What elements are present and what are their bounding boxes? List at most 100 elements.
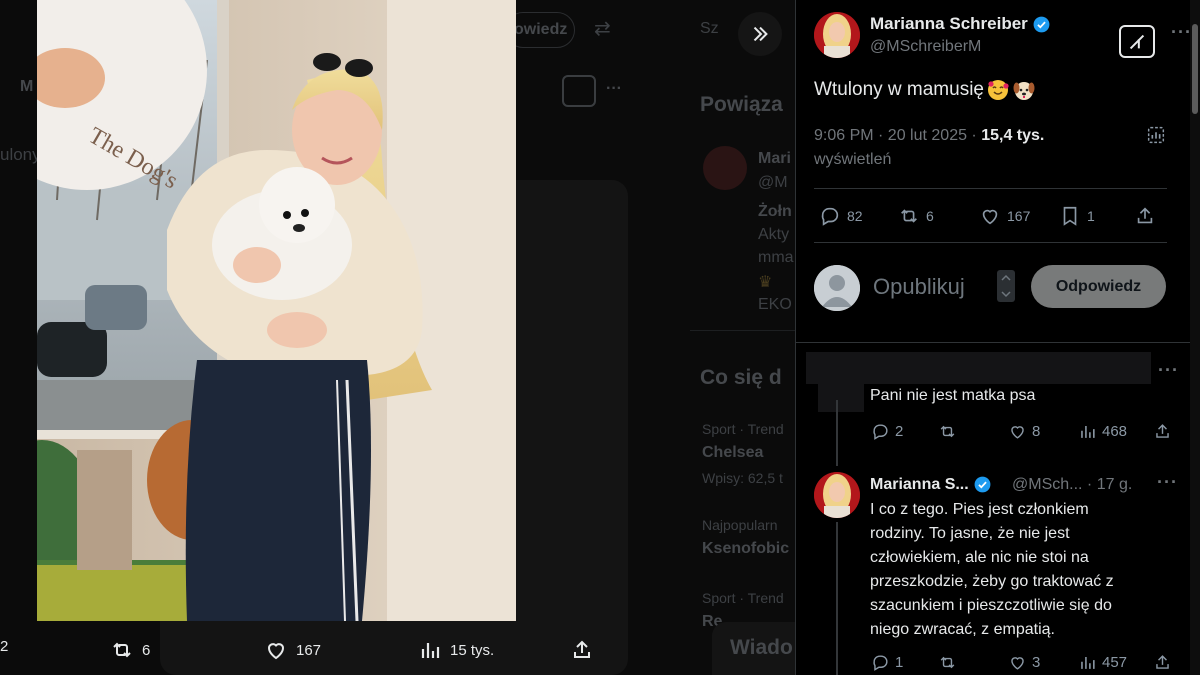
share-button[interactable]: [1134, 205, 1156, 227]
reply-input[interactable]: Opublikuj: [873, 274, 965, 300]
bookmark-icon: [1063, 206, 1077, 226]
reply-views-count: 457: [1102, 654, 1128, 671]
reply-views-button[interactable]: 457: [1078, 653, 1127, 672]
reply-more-icon[interactable]: ···: [1157, 472, 1178, 493]
reply-author-avatar[interactable]: [814, 472, 860, 518]
post-time[interactable]: 9:06 PM · 20 lut 2025: [814, 127, 967, 144]
bg-related-line: EKO: [758, 296, 792, 313]
share-icon: [1137, 207, 1153, 224]
bg-related-author: Mari: [758, 150, 791, 167]
reply-text-line: szacunkiem i pieszczotliwie się do: [870, 597, 1112, 614]
bg-related-line: Żołn: [758, 203, 792, 220]
comment-repost-button[interactable]: [938, 422, 957, 441]
bg-reply-button-label: owiedz: [514, 21, 568, 38]
media-share-button[interactable]: [570, 638, 594, 662]
comment-text: Pani nie jest matka psa: [870, 387, 1036, 404]
reply-like-count: 3: [1032, 654, 1041, 671]
comment-actions: 2 8 468: [868, 422, 1169, 446]
comment-like-button[interactable]: 8: [1008, 422, 1040, 441]
repost-button[interactable]: 6: [898, 205, 934, 227]
share-icon: [574, 640, 590, 658]
views-chart-icon: [1081, 656, 1095, 669]
thread-connector: [836, 522, 838, 675]
reply-text-line: człowiekiem, ale nic nie stoi na: [870, 549, 1089, 566]
reply-icon: [873, 424, 888, 440]
bg-crown-icon: ♛: [758, 274, 773, 291]
media-views-button[interactable]: 15 tys.: [418, 638, 494, 662]
reply-reply-button[interactable]: 1: [871, 653, 903, 672]
comment-share-button[interactable]: [1153, 422, 1172, 441]
post-text: Wtulony w mamusię: [814, 78, 1036, 102]
bg-related-handle: @M: [758, 174, 788, 191]
divider: [814, 188, 1167, 189]
grok-icon: [1129, 34, 1145, 49]
bg-related-avatar: [703, 146, 747, 190]
default-avatar-icon: [814, 265, 860, 311]
post-detail-panel: Marianna Schreiber @MSchreiberM ··· Wtul…: [795, 0, 1200, 675]
bg-divider: [690, 330, 795, 331]
bg-trending-heading: Co się d: [700, 366, 782, 389]
comment-more-icon[interactable]: ···: [1158, 360, 1179, 381]
bookmark-count: 1: [1087, 208, 1095, 224]
author-avatar[interactable]: [814, 12, 860, 58]
reply-text-line: I co z tego. Pies jest członkiem: [870, 501, 1089, 518]
reply-button[interactable]: 82: [819, 205, 863, 227]
author-name[interactable]: Marianna Schreiber: [870, 14, 1051, 34]
share-icon: [1156, 424, 1169, 438]
bg-search-fragment: Sz: [700, 20, 719, 37]
reply-text-line: niego zwracać, z empatią.: [870, 621, 1055, 638]
heart-icon: [982, 209, 998, 225]
like-count: 167: [1007, 208, 1031, 224]
bg-related-line: mma: [758, 249, 794, 266]
reply-share-button[interactable]: [1153, 653, 1172, 672]
reply-input-stepper[interactable]: [997, 270, 1015, 302]
smiling-face-with-hearts-emoji-icon: [988, 80, 1009, 100]
bg-text-fragment: ulony: [0, 145, 41, 164]
comment-views-button[interactable]: 468: [1078, 422, 1127, 441]
reply-author-name[interactable]: Marianna S...: [870, 475, 992, 494]
author-handle[interactable]: @MSchreiberM: [870, 38, 981, 56]
stepper-arrows-icon: [1001, 274, 1011, 298]
verified-badge-icon: [974, 476, 991, 493]
reply-text: I co z tego. Pies jest członkiem rodziny…: [870, 498, 1114, 642]
post-photo[interactable]: The Dog's: [37, 0, 516, 621]
analytics-icon[interactable]: [1145, 124, 1167, 146]
media-reply-count[interactable]: 2: [0, 638, 8, 655]
like-button[interactable]: 167: [979, 205, 1030, 227]
reply-icon: [873, 655, 888, 671]
media-repost-button[interactable]: 6: [110, 638, 150, 662]
bg-trend-name: Chelsea: [702, 444, 764, 461]
next-media-button[interactable]: [738, 12, 782, 56]
bg-author-fragment: M: [20, 78, 34, 95]
bg-related-line: Akty: [758, 226, 790, 243]
reply-author-handle[interactable]: @MSch... · 17 g.: [1012, 476, 1132, 494]
repost-count: 6: [926, 208, 934, 224]
bg-filter-icon: ⇄: [594, 18, 611, 40]
reply-actions: 1 3 457: [868, 653, 1169, 675]
reply-like-button[interactable]: 3: [1008, 653, 1040, 672]
reply-repost-button[interactable]: [938, 653, 957, 672]
repost-icon: [113, 642, 131, 658]
comment-reply-button[interactable]: 2: [871, 422, 903, 441]
reply-text-line: przeszkodzie, żeby go traktować z: [870, 573, 1114, 590]
media-like-button[interactable]: 167: [264, 638, 321, 662]
bg-trend-category: Sport · Trend: [702, 590, 784, 606]
post-more-icon[interactable]: ···: [1171, 22, 1192, 43]
media-reply-count-value: 2: [0, 638, 9, 655]
dog-face-emoji-icon: [1013, 82, 1035, 100]
panel-scrollbar[interactable]: [1190, 0, 1200, 675]
redacted-avatar-area: [818, 378, 864, 412]
current-user-avatar[interactable]: [814, 265, 860, 311]
reply-icon: [821, 207, 839, 226]
grok-button[interactable]: [1119, 25, 1155, 58]
reply-count: 82: [847, 208, 863, 224]
reply-submit-button[interactable]: Odpowiedz: [1031, 265, 1166, 308]
scrollbar-thumb[interactable]: [1192, 24, 1198, 114]
reply-text-line: rodziny. To jasne, że nie jest: [870, 525, 1070, 542]
photo-illustration: The Dog's: [37, 0, 516, 621]
heart-icon: [1011, 657, 1024, 670]
bookmark-button[interactable]: 1: [1059, 205, 1095, 227]
verified-badge-icon: [1033, 16, 1050, 32]
comment-reply-count: 2: [895, 423, 904, 440]
thread-connector: [836, 400, 838, 466]
